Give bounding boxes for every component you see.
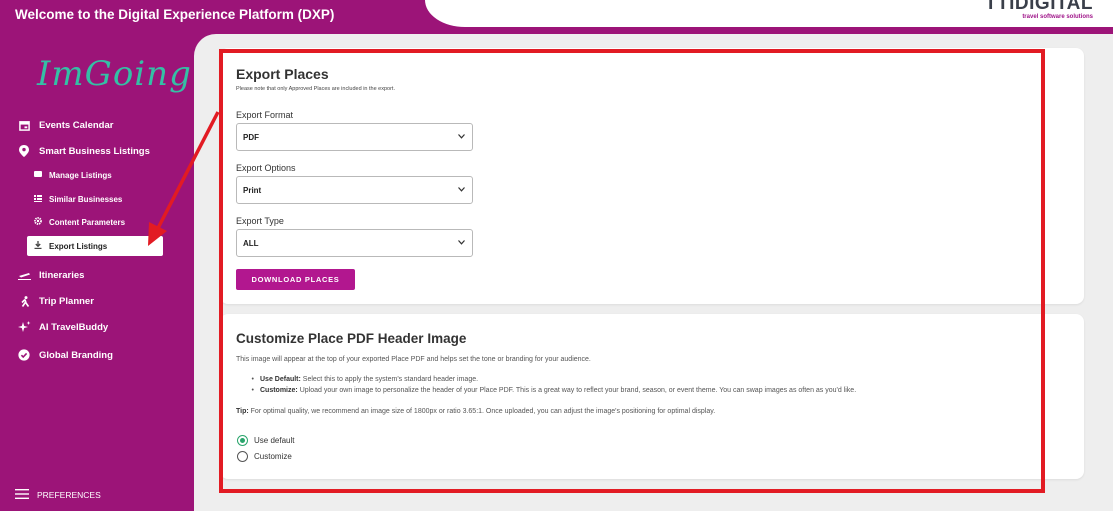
- brand-logo: TTIDIGITAL travel software solutions: [985, 0, 1093, 20]
- chevron-down-icon: [458, 238, 465, 247]
- customize-description: This image will appear at the top of you…: [236, 356, 591, 363]
- plane-icon: [17, 268, 31, 282]
- radio-unselected-icon[interactable]: [237, 451, 248, 462]
- sidebar-item-label: Events Calendar: [39, 119, 114, 131]
- sidebar-subitem-manage-listings[interactable]: Manage Listings: [34, 168, 112, 182]
- tip-text: For optimal quality, we recommend an ima…: [250, 408, 716, 415]
- bullet-use-default: • Use Default: Select this to apply the …: [251, 376, 479, 383]
- sidebar-subitem-label: Export Listings: [49, 241, 108, 251]
- export-format-select[interactable]: PDF: [236, 123, 473, 151]
- page-header-title: Welcome to the Digital Experience Platfo…: [15, 7, 335, 22]
- chevron-down-icon: [458, 132, 465, 141]
- sidebar-item-label: Trip Planner: [39, 295, 94, 307]
- gear-icon: [34, 217, 44, 227]
- card-icon: [34, 171, 44, 179]
- tip-strong: Tip:: [236, 408, 249, 415]
- bullet-customize: • Customize: Upload your own image to pe…: [251, 387, 857, 394]
- sidebar-item-label: Smart Business Listings: [39, 145, 150, 157]
- customize-title: Customize Place PDF Header Image: [236, 331, 467, 346]
- calendar-icon: [17, 118, 31, 132]
- preferences-label: PREFERENCES: [37, 490, 101, 500]
- sidebar-item-events-calendar[interactable]: Events Calendar: [17, 117, 113, 133]
- export-options-select[interactable]: Print: [236, 176, 473, 204]
- grid-icon: [34, 194, 44, 204]
- customize-bullets: • Use Default: Select this to apply the …: [236, 376, 857, 398]
- sidebar-subitem-label: Manage Listings: [49, 170, 112, 180]
- sidebar-item-ai-travelbuddy[interactable]: AI TravelBuddy: [17, 319, 108, 335]
- radio-label: Customize: [254, 452, 292, 461]
- sidebar-item-label: AI TravelBuddy: [39, 321, 109, 333]
- walk-icon: [17, 294, 31, 308]
- sidebar-item-smart-business-listings[interactable]: Smart Business Listings: [17, 143, 150, 159]
- map-pin-icon: [17, 144, 31, 158]
- sidebar-item-trip-planner[interactable]: Trip Planner: [17, 293, 94, 309]
- radio-label: Use default: [254, 436, 295, 445]
- download-icon: [34, 241, 44, 251]
- bullet-strong: Use Default:: [260, 376, 301, 383]
- export-note: Please note that only Approved Places ar…: [236, 86, 395, 92]
- sparkle-icon: [17, 320, 31, 334]
- export-type-value: ALL: [243, 238, 259, 248]
- preferences-button[interactable]: PREFERENCES: [15, 489, 101, 501]
- radio-selected-icon[interactable]: [237, 435, 248, 446]
- sidebar-item-label: Global Branding: [39, 349, 113, 361]
- bullet-text: Select this to apply the system's standa…: [302, 376, 479, 383]
- download-places-button[interactable]: DOWNLOAD PLACES: [236, 269, 355, 290]
- sidebar-item-label: Itineraries: [39, 269, 85, 281]
- verified-badge-icon: [17, 348, 31, 362]
- sidebar: ImGoing Events Calendar Smart Business L…: [0, 34, 195, 511]
- sidebar-subitem-label: Content Parameters: [49, 217, 126, 227]
- export-options-value: Print: [243, 185, 262, 195]
- main-content: Export Places Please note that only Appr…: [194, 34, 1113, 511]
- export-type-select[interactable]: ALL: [236, 229, 473, 257]
- sidebar-subitem-content-parameters[interactable]: Content Parameters: [34, 215, 125, 229]
- export-places-title: Export Places: [236, 66, 329, 82]
- brand-area: TTIDIGITAL travel software solutions: [425, 0, 1113, 27]
- export-type-label: Export Type: [236, 216, 284, 226]
- radio-customize[interactable]: Customize: [237, 451, 292, 462]
- brand-tagline: travel software solutions: [1022, 14, 1093, 20]
- sidebar-item-itineraries[interactable]: Itineraries: [17, 267, 84, 283]
- chevron-down-icon: [458, 185, 465, 194]
- hamburger-menu-icon: [15, 489, 29, 501]
- sidebar-subitem-similar-businesses[interactable]: Similar Businesses: [34, 192, 122, 206]
- brand-name: TTIDIGITAL: [984, 0, 1093, 14]
- export-options-label: Export Options: [236, 163, 296, 173]
- export-places-card: Export Places Please note that only Appr…: [220, 48, 1084, 304]
- app-logo: ImGoing: [37, 54, 192, 94]
- customize-header-card: Customize Place PDF Header Image This im…: [220, 314, 1084, 479]
- sidebar-subitem-export-listings[interactable]: Export Listings: [27, 236, 163, 256]
- export-format-value: PDF: [243, 132, 259, 142]
- bullet-strong: Customize:: [260, 387, 298, 394]
- export-format-label: Export Format: [236, 110, 294, 120]
- sidebar-subitem-label: Similar Businesses: [49, 194, 123, 204]
- bullet-text: Upload your own image to personalize the…: [299, 387, 857, 394]
- sidebar-item-global-branding[interactable]: Global Branding: [17, 347, 113, 363]
- radio-use-default[interactable]: Use default: [237, 435, 294, 446]
- customize-tip: Tip: For optimal quality, we recommend a…: [236, 408, 715, 415]
